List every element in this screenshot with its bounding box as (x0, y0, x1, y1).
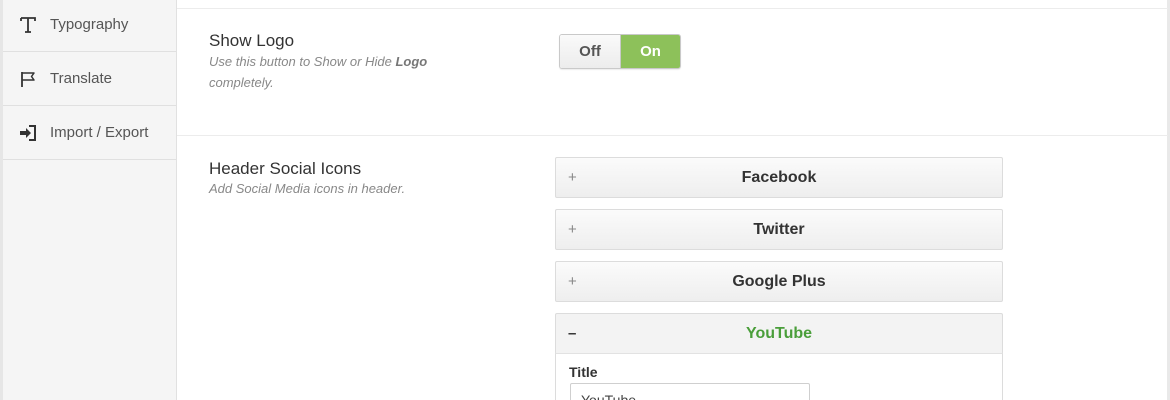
social-icons-title: Header Social Icons (209, 159, 362, 178)
section-divider (177, 135, 1168, 136)
flag-icon (18, 69, 38, 89)
description-text: Use this button to Show or Hide (209, 54, 396, 69)
accordion-facebook[interactable]: + Facebook (555, 157, 1003, 198)
typography-icon (18, 15, 38, 35)
top-divider (177, 8, 1168, 9)
social-icons-description: Add Social Media icons in header. (209, 181, 406, 196)
youtube-title-input[interactable] (570, 383, 810, 400)
show-logo-title: Show Logo (209, 31, 295, 50)
show-logo-toggle[interactable]: Off On (559, 34, 681, 69)
options-panel: Show Logo Use this button to Show or Hid… (177, 0, 1170, 400)
accordion-twitter[interactable]: + Twitter (555, 209, 1003, 250)
show-logo-description: Use this button to Show or Hide Logo com… (209, 51, 469, 93)
accordion-youtube[interactable]: – YouTube (555, 313, 1003, 354)
sidebar-item-label: Translate (50, 70, 112, 87)
sidebar-item-label: Import / Export (50, 124, 149, 141)
sidebar-item-translate[interactable]: Translate (3, 52, 176, 106)
sidebar-item-label: Typography (50, 16, 129, 33)
youtube-title-label: Title (569, 364, 598, 380)
description-text-end: completely. (209, 75, 274, 90)
accordion-title: Facebook (741, 169, 817, 186)
accordion-title: Google Plus (732, 273, 826, 290)
description-bold-text: Logo (395, 54, 428, 69)
sidebar: Typography Translate Import / Export (0, 0, 177, 400)
toggle-off-button[interactable]: Off (560, 35, 621, 68)
sidebar-item-import-export[interactable]: Import / Export (3, 106, 176, 160)
toggle-on-button[interactable]: On (621, 35, 680, 68)
accordion-title: Twitter (753, 221, 805, 238)
accordion-title: YouTube (745, 325, 813, 342)
youtube-accordion-body: Title (555, 353, 1003, 400)
accordion-google-plus[interactable]: + Google Plus (555, 261, 1003, 302)
sidebar-item-typography[interactable]: Typography (3, 0, 176, 52)
sign-in-icon (18, 123, 38, 143)
